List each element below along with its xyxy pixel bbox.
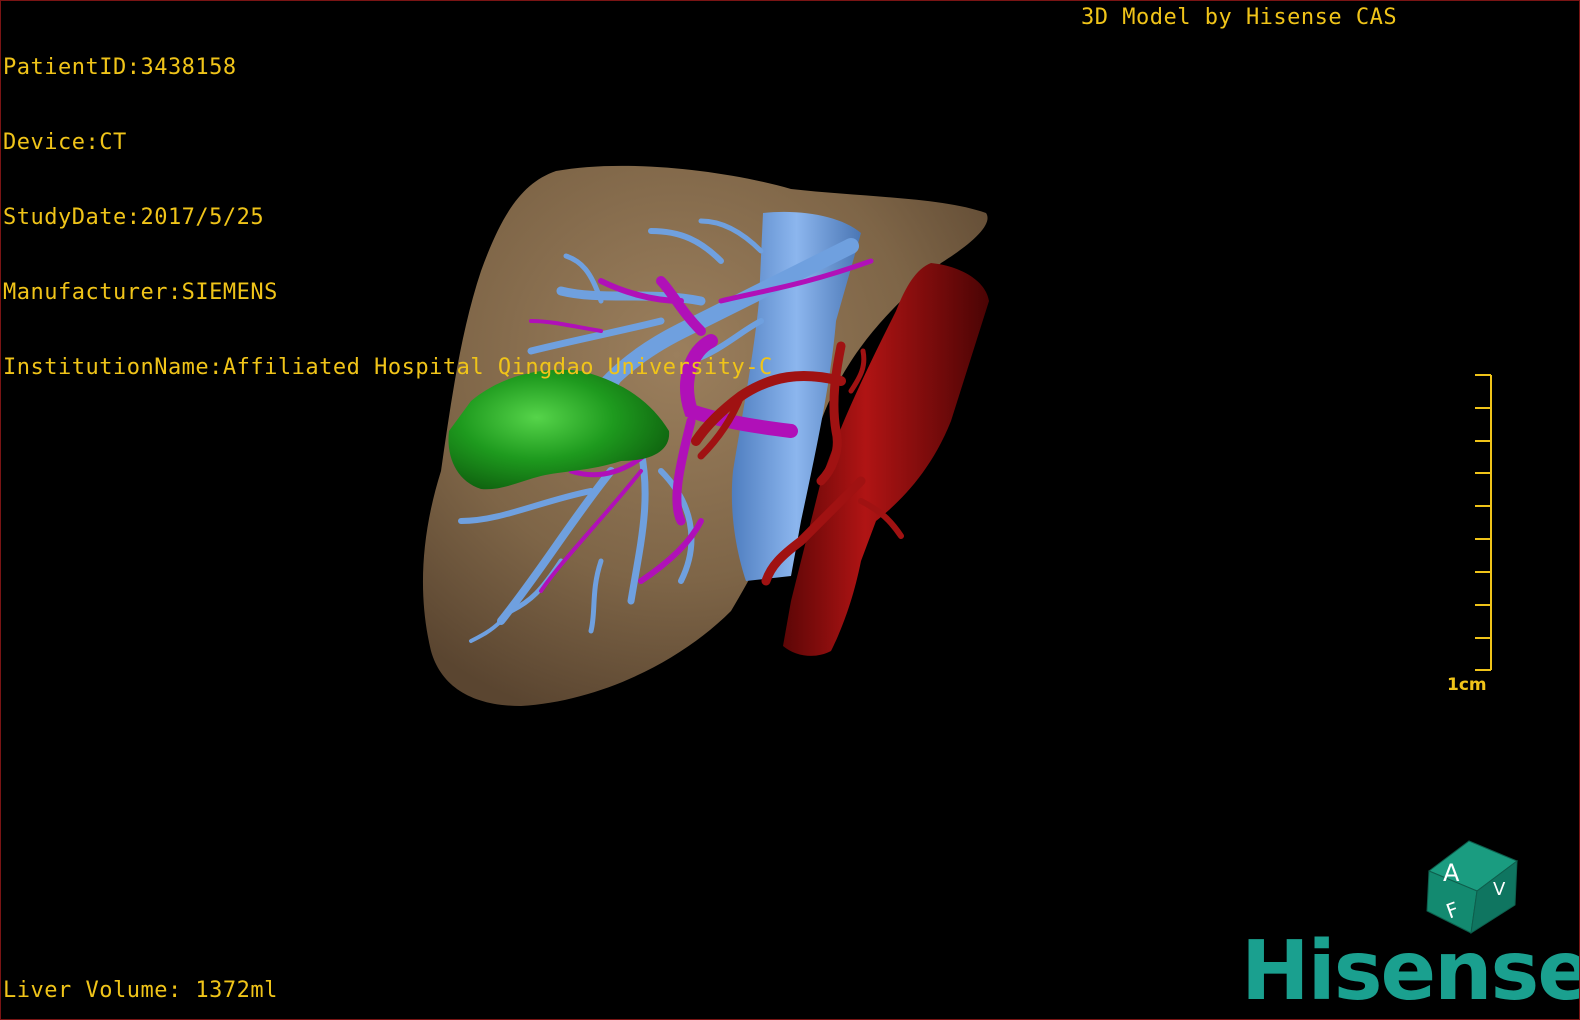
scale-bar <box>1475 374 1492 671</box>
cube-label-a: A <box>1443 859 1460 887</box>
institution-text: InstitutionName:Affiliated Hospital Qing… <box>3 355 773 380</box>
model-credit-text: 3D Model by Hisense CAS <box>1081 5 1398 30</box>
scale-bar-label: 1cm <box>1447 675 1487 695</box>
study-info-block: PatientID:3438158 Device:CT StudyDate:20… <box>3 5 773 430</box>
device-text: Device:CT <box>3 130 127 155</box>
liver-volume-text: Liver Volume: 1372ml <box>3 978 278 1003</box>
cube-label-v: V <box>1493 879 1506 900</box>
3d-render-viewport[interactable]: PatientID:3438158 Device:CT StudyDate:20… <box>0 0 1580 1020</box>
study-date-text: StudyDate:2017/5/25 <box>3 205 265 230</box>
hisense-logo: Hisense <box>1241 924 1580 1019</box>
orientation-cube-icon[interactable]: A F V <box>1419 833 1529 938</box>
patient-id-text: PatientID:3438158 <box>3 55 237 80</box>
manufacturer-text: Manufacturer:SIEMENS <box>3 280 278 305</box>
